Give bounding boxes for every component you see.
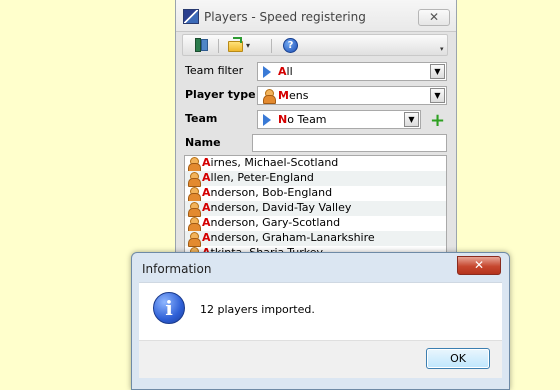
info-icon: i xyxy=(153,292,185,324)
player-type-label: Player type xyxy=(185,88,256,101)
player-type-value: Mens xyxy=(278,89,309,102)
window-close-button[interactable]: ✕ xyxy=(418,9,450,26)
player-icon xyxy=(188,202,201,217)
list-item[interactable]: Allen, Peter-England xyxy=(185,171,446,187)
app-icon xyxy=(183,9,199,24)
help-icon[interactable]: ? xyxy=(283,37,299,54)
toolbar-separator xyxy=(218,39,219,53)
dialog-body: i 12 players imported. xyxy=(139,282,502,340)
team-label: Team xyxy=(185,112,218,125)
player-icon xyxy=(188,217,201,232)
toolbar-overflow-icon[interactable]: ▾ xyxy=(440,38,445,53)
filter-triangle-icon xyxy=(263,66,271,78)
name-input[interactable] xyxy=(252,134,447,152)
player-icon xyxy=(188,157,201,172)
player-type-combo[interactable]: Mens ▼ xyxy=(257,86,447,105)
toolbar: ▾ ? ▾ xyxy=(182,34,448,56)
window-titlebar: Players - Speed registering ✕ xyxy=(176,0,456,32)
dialog-footer: OK xyxy=(139,340,502,378)
window-title: Players - Speed registering xyxy=(204,10,366,24)
player-icon xyxy=(188,232,201,247)
team-filter-combo[interactable]: All ▼ xyxy=(257,62,447,81)
toolbar-separator xyxy=(271,39,272,53)
information-dialog: Information ✕ i 12 players imported. OK xyxy=(131,252,510,390)
team-filter-label: Team filter xyxy=(185,64,244,77)
team-value: No Team xyxy=(278,113,327,126)
open-folder-icon[interactable] xyxy=(228,37,244,54)
list-item[interactable]: Airnes, Michael-Scotland xyxy=(185,156,446,172)
list-item[interactable]: Anderson, Graham-Lanarkshire xyxy=(185,231,446,247)
team-dropdown-arrow-icon[interactable]: ▼ xyxy=(404,112,419,127)
dialog-close-button[interactable]: ✕ xyxy=(457,256,501,275)
player-icon xyxy=(188,187,201,202)
team-filter-dropdown-arrow-icon[interactable]: ▼ xyxy=(430,64,445,79)
player-type-dropdown-arrow-icon[interactable]: ▼ xyxy=(430,88,445,103)
ok-button[interactable]: OK xyxy=(426,348,490,369)
list-item[interactable]: Anderson, Gary-Scotland xyxy=(185,216,446,232)
folder-dropdown-chevron-icon[interactable]: ▾ xyxy=(246,37,256,54)
team-triangle-icon xyxy=(263,114,271,126)
name-label: Name xyxy=(185,136,221,149)
player-icon xyxy=(263,89,276,104)
team-filter-value: All xyxy=(278,65,293,78)
list-item[interactable]: Anderson, David-Tay Valley xyxy=(185,201,446,217)
add-team-plus-icon[interactable]: + xyxy=(429,112,446,130)
player-icon xyxy=(188,172,201,187)
dialog-title: Information xyxy=(142,262,212,276)
team-combo[interactable]: No Team ▼ xyxy=(257,110,421,129)
list-item[interactable]: Anderson, Bob-England xyxy=(185,186,446,202)
dialog-message: 12 players imported. xyxy=(200,303,315,316)
exit-door-icon[interactable] xyxy=(195,37,209,54)
